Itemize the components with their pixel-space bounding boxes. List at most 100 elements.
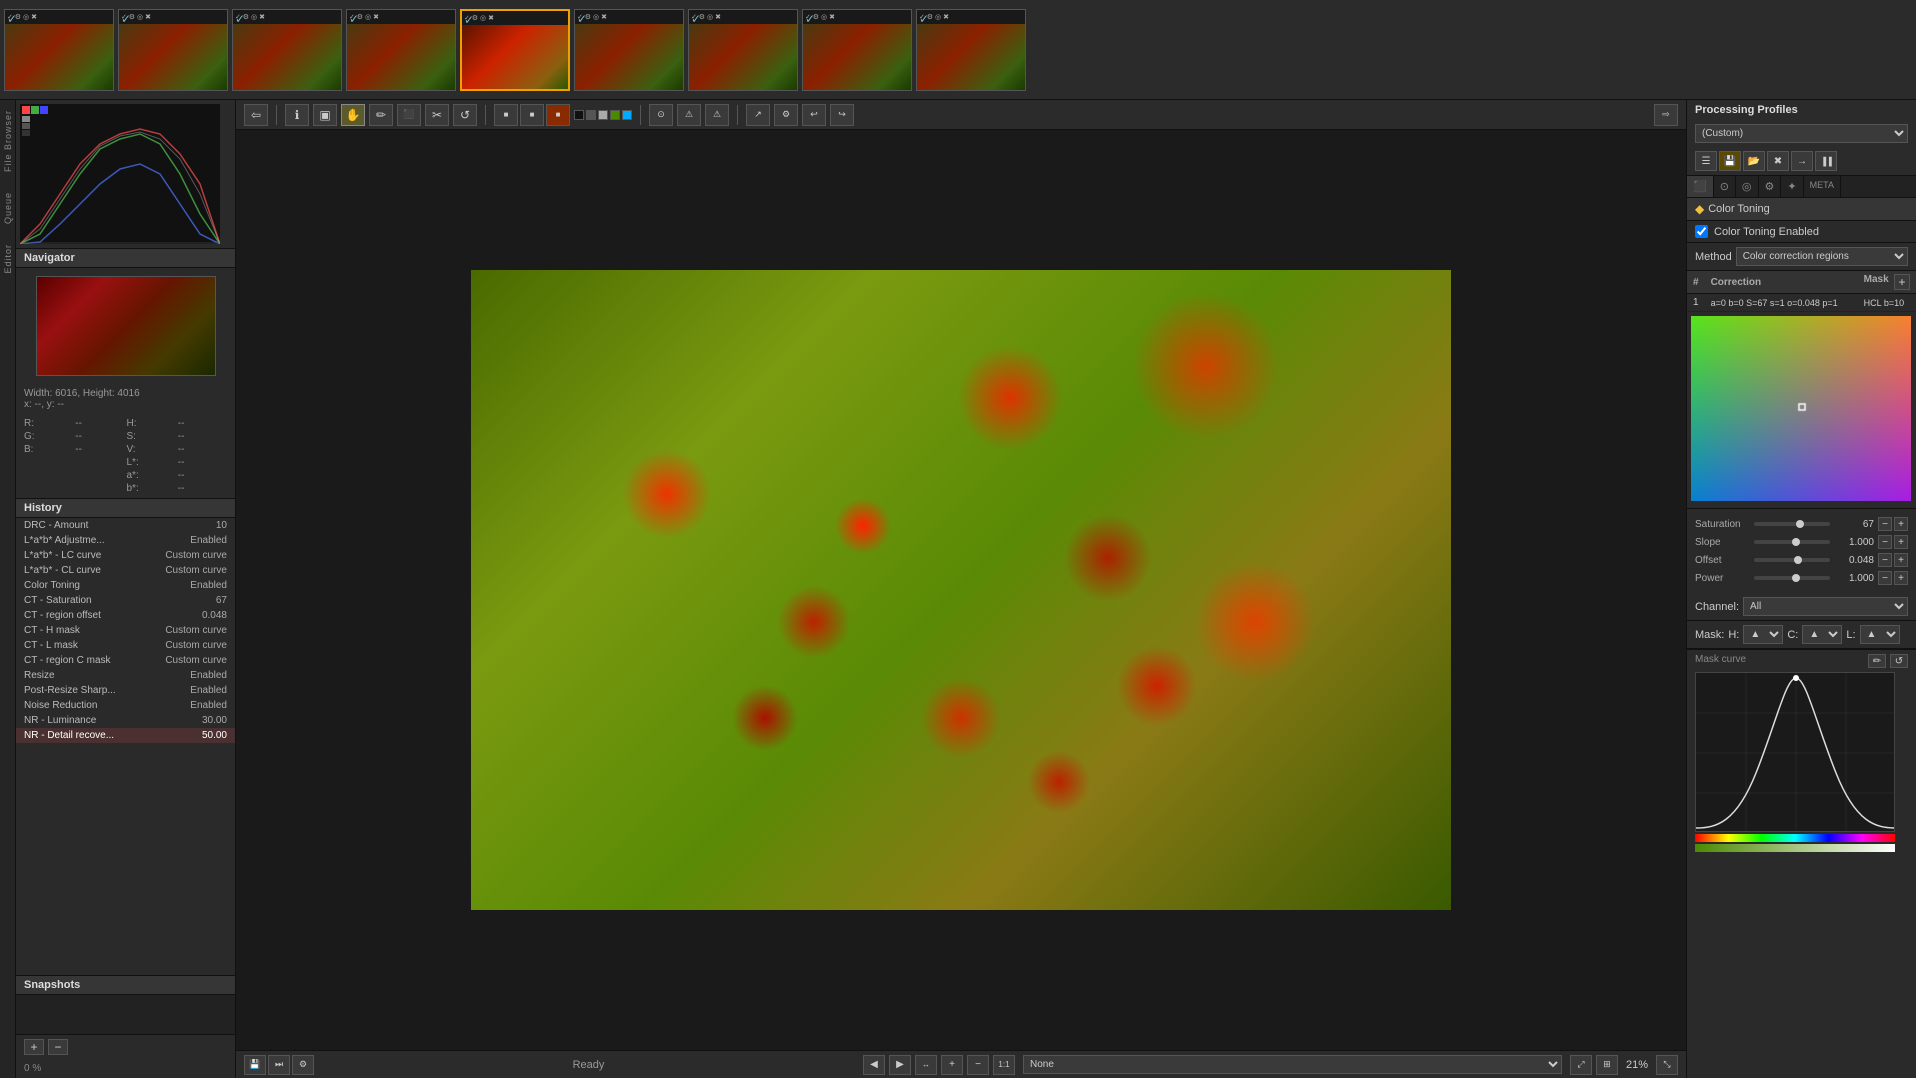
nav-queue-button[interactable]: ⏭ [268, 1055, 290, 1075]
curve-canvas[interactable] [1695, 672, 1895, 832]
ct-method-select[interactable]: Color correction regions [1736, 247, 1908, 266]
filmstrip-thumb-4[interactable]: ✓ ⚙ ◎ ✖ ✓ [346, 9, 456, 91]
tool-warning-button[interactable]: ⚠ [677, 104, 701, 126]
history-item-resize[interactable]: Resize Enabled [16, 668, 235, 683]
snapshots-header[interactable]: Snapshots [16, 976, 235, 995]
filmstrip-thumb-8[interactable]: ✓ ⚙ ◎ ✖ ✓ [802, 9, 912, 91]
channel-select[interactable]: All [1743, 597, 1908, 616]
slope-minus[interactable]: − [1878, 535, 1892, 549]
pp-del-btn[interactable]: ✖ [1767, 151, 1789, 171]
correction-row-1[interactable]: 1 a=0 b=0 S=67 s=1 o=0.048 p=1 HCL b=10 [1687, 294, 1916, 312]
tool-redo-button[interactable]: ↪ [830, 104, 854, 126]
view-mode-3[interactable]: ■ [546, 104, 570, 126]
tab-raw[interactable]: ✦ [1781, 176, 1803, 197]
saturation-plus[interactable]: + [1894, 517, 1908, 531]
snapshot-add-button[interactable]: + [24, 1039, 44, 1055]
offset-plus[interactable]: + [1894, 553, 1908, 567]
navigator-header[interactable]: Navigator [16, 249, 235, 268]
fullscreen-button[interactable]: ⤢ [1570, 1055, 1592, 1075]
tab-transform[interactable]: ⚙ [1759, 176, 1782, 197]
pp-select-dropdown[interactable]: (Custom) [1695, 124, 1908, 143]
power-thumb[interactable] [1792, 574, 1800, 582]
history-item-ct-offset[interactable]: CT - region offset 0.048 [16, 608, 235, 623]
curve-reset-button[interactable]: ↺ [1890, 654, 1908, 668]
history-item-lab-adj[interactable]: L*a*b* Adjustme... Enabled [16, 533, 235, 548]
zoom-full-button[interactable]: ⊞ [1596, 1055, 1618, 1075]
slope-plus[interactable]: + [1894, 535, 1908, 549]
filmstrip-thumb-1[interactable]: ✓ ⚙ ◎ ✖ ✓ [4, 9, 114, 91]
snapshot-remove-button[interactable]: − [48, 1039, 68, 1055]
filmstrip-thumb-2[interactable]: ✓ ⚙ ◎ ✖ ✓ [118, 9, 228, 91]
image-view[interactable] [236, 130, 1686, 1050]
zoom-100-button[interactable]: 1:1 [993, 1055, 1015, 1075]
nav-save-button[interactable]: 💾 [244, 1055, 266, 1075]
offset-track[interactable] [1754, 558, 1830, 562]
pp-barcode-btn[interactable]: ▐▐ [1815, 151, 1837, 171]
tool-right-button[interactable]: ⇨ [1654, 104, 1678, 126]
view-mode-1[interactable]: ■ [494, 104, 518, 126]
history-item-nr-detail[interactable]: NR - Detail recove... 50.00 [16, 728, 235, 743]
offset-minus[interactable]: − [1878, 553, 1892, 567]
tab-meta[interactable]: META [1804, 176, 1841, 197]
history-header[interactable]: History [16, 499, 235, 518]
mask-h-select[interactable]: ▲ [1743, 625, 1783, 644]
filmstrip-thumb-5-active[interactable]: ✓ ⚙ ◎ ✖ ✓ [460, 9, 570, 91]
color-toning-checkbox[interactable] [1695, 225, 1708, 238]
sidebar-label-filebrowser[interactable]: File Browser [3, 110, 13, 172]
history-item-nr-lum[interactable]: NR - Luminance 30.00 [16, 713, 235, 728]
tool-hand-button[interactable]: ✋ [341, 104, 365, 126]
zoom-next-button[interactable]: ▶ [889, 1055, 911, 1075]
correction-add-button[interactable]: + [1894, 274, 1910, 290]
offset-thumb[interactable] [1794, 556, 1802, 564]
sidebar-label-queue[interactable]: Queue [3, 192, 13, 224]
tool-warning2-button[interactable]: ⚠ [705, 104, 729, 126]
pp-load-btn[interactable]: 📂 [1743, 151, 1765, 171]
history-item-ct-hmask[interactable]: CT - H mask Custom curve [16, 623, 235, 638]
saturation-track[interactable] [1754, 522, 1830, 526]
tab-detail[interactable]: ◎ [1736, 176, 1759, 197]
tool-picker-button[interactable]: ✏ [369, 104, 393, 126]
curve-control-point[interactable] [1793, 675, 1799, 681]
power-plus[interactable]: + [1894, 571, 1908, 585]
curve-edit-button[interactable]: ✏ [1868, 654, 1886, 668]
tool-spot-button[interactable]: ⬛ [397, 104, 421, 126]
zoom-prev-button[interactable]: ◀ [863, 1055, 885, 1075]
tool-clipping-button[interactable]: ⊙ [649, 104, 673, 126]
color-toning-header[interactable]: ◆ Color Toning [1687, 198, 1916, 221]
history-item-lab-cl[interactable]: L*a*b* - CL curve Custom curve [16, 563, 235, 578]
mask-l-select[interactable]: ▲ [1860, 625, 1900, 644]
zoom-expand[interactable]: ⤡ [1656, 1055, 1678, 1075]
power-minus[interactable]: − [1878, 571, 1892, 585]
tab-exposure[interactable]: ⬛ [1687, 176, 1714, 197]
saturation-minus[interactable]: − [1878, 517, 1892, 531]
zoom-out-button[interactable]: − [967, 1055, 989, 1075]
tool-info-button[interactable]: ℹ [285, 104, 309, 126]
filmstrip-thumb-9[interactable]: ✓ ⚙ ◎ ✖ ✓ [916, 9, 1026, 91]
filmstrip-thumb-6[interactable]: ✓ ⚙ ◎ ✖ ✓ [574, 9, 684, 91]
palette-canvas[interactable] [1691, 316, 1911, 501]
zoom-in-button[interactable]: + [941, 1055, 963, 1075]
history-item-lab-lc[interactable]: L*a*b* - LC curve Custom curve [16, 548, 235, 563]
tool-rotate-button[interactable]: ↺ [453, 104, 477, 126]
history-item-nr[interactable]: Noise Reduction Enabled [16, 698, 235, 713]
history-item-drc[interactable]: DRC - Amount 10 [16, 518, 235, 533]
power-track[interactable] [1754, 576, 1830, 580]
slope-thumb[interactable] [1792, 538, 1800, 546]
slope-track[interactable] [1754, 540, 1830, 544]
sidebar-label-editor[interactable]: Editor [3, 244, 13, 274]
history-item-ct-cmask[interactable]: CT - region C mask Custom curve [16, 653, 235, 668]
tab-color[interactable]: ⊙ [1714, 176, 1736, 197]
mask-c-select[interactable]: ▲ [1802, 625, 1842, 644]
saturation-thumb[interactable] [1796, 520, 1804, 528]
filmstrip-thumb-7[interactable]: ✓ ⚙ ◎ ✖ ✓ [688, 9, 798, 91]
tool-options-button[interactable]: ⚙ [774, 104, 798, 126]
tool-crop-button[interactable]: ✂ [425, 104, 449, 126]
pp-arrow-btn[interactable]: → [1791, 151, 1813, 171]
tool-export-button[interactable]: ↗ [746, 104, 770, 126]
view-mode-2[interactable]: ■ [520, 104, 544, 126]
nav-settings-button[interactable]: ⚙ [292, 1055, 314, 1075]
tool-prev-button[interactable]: ⇦ [244, 104, 268, 126]
tool-undo-button[interactable]: ↩ [802, 104, 826, 126]
pp-list-btn[interactable]: ☰ [1695, 151, 1717, 171]
history-item-ct[interactable]: Color Toning Enabled [16, 578, 235, 593]
